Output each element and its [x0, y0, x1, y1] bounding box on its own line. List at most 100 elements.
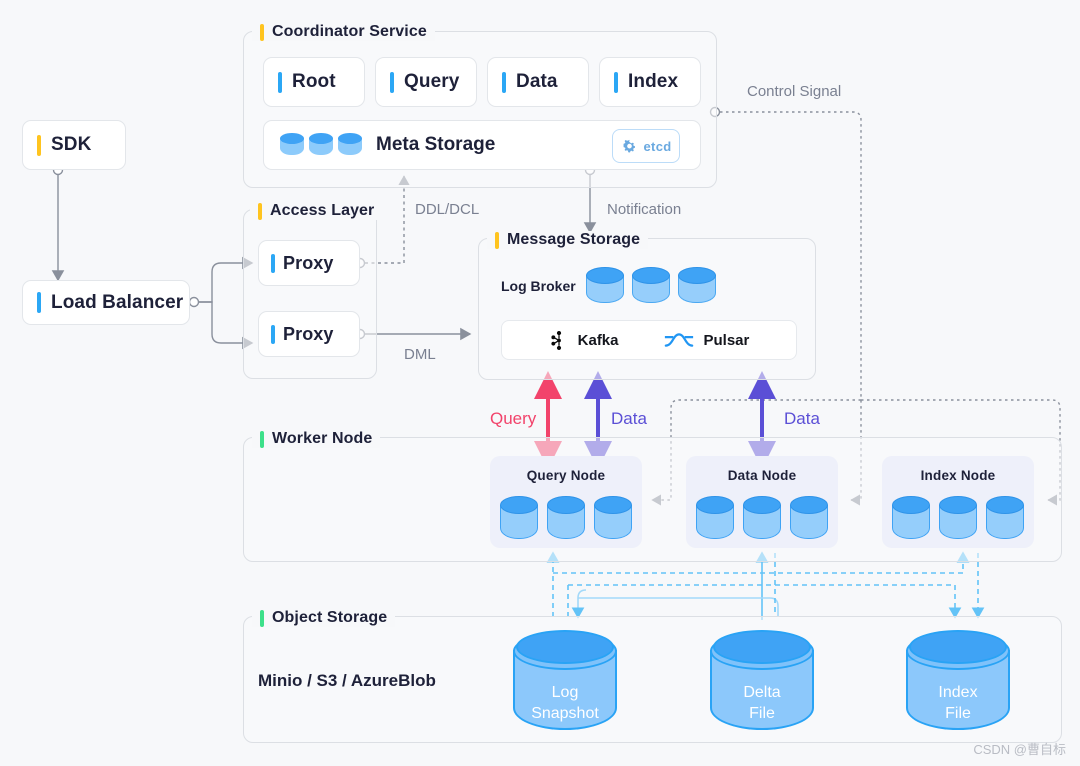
meta-storage-label: Meta Storage: [376, 134, 496, 155]
accent-bar-blue: [271, 324, 275, 344]
index-file-line2: File: [945, 705, 971, 722]
pulsar-icon: [664, 333, 693, 347]
proxy-1-label: Proxy: [283, 252, 334, 273]
database-cylinder-icon: [586, 267, 624, 305]
database-cylinder-icon: [280, 133, 304, 157]
coord-card-data[interactable]: Data: [487, 57, 589, 107]
sdk-label: SDK: [51, 134, 92, 155]
kafka-icon: [551, 330, 561, 350]
data-node-label: Data Node: [727, 468, 797, 483]
meta-storage-cylinders: [280, 133, 362, 157]
database-cylinder-icon: [678, 267, 716, 305]
accent-bar-blue: [271, 253, 275, 273]
accent-bar-blue: [614, 71, 618, 93]
log-broker-label: Log Broker: [501, 278, 576, 294]
accent-bar-blue: [502, 71, 506, 93]
accent-bar-green: [260, 430, 264, 448]
accent-bar-blue: [278, 71, 282, 93]
query-node-label: Query Node: [526, 468, 606, 483]
pulsar-label: Pulsar: [703, 331, 750, 349]
worker-node-label: Worker Node: [272, 430, 373, 447]
etcd-badge[interactable]: etcd: [612, 129, 680, 163]
kafka-item[interactable]: Kafka: [549, 330, 619, 351]
accent-bar-green: [260, 609, 264, 627]
index-node-label: Index Node: [920, 468, 996, 483]
log-snapshot-line1: Log: [551, 684, 579, 701]
database-cylinder-icon: [743, 496, 781, 540]
coord-index-label: Index: [628, 71, 679, 92]
accent-bar-blue: [37, 292, 41, 313]
object-storage-vendors: Minio / S3 / AzureBlob: [258, 671, 436, 690]
coord-root-label: Root: [292, 71, 336, 92]
access-layer-title: Access Layer: [250, 202, 383, 220]
edge-label-dml: DML: [404, 346, 436, 363]
watermark: CSDN @曹自标: [973, 742, 1066, 757]
proxy-card-1[interactable]: Proxy: [258, 240, 360, 286]
etcd-gear-icon: [623, 139, 635, 152]
coord-card-root[interactable]: Root: [263, 57, 365, 107]
delta-file-line1: Delta: [743, 684, 781, 701]
query-node-cylinders: [490, 496, 642, 540]
worker-node-title: Worker Node: [252, 430, 381, 448]
pulsar-item[interactable]: Pulsar: [663, 330, 750, 350]
edge-label-data-left: Data: [611, 409, 647, 428]
accent-bar-yellow: [495, 231, 499, 249]
query-node-box[interactable]: Query Node: [490, 456, 642, 548]
sdk-card[interactable]: SDK: [22, 120, 126, 170]
index-file-cylinder[interactable]: Index File: [906, 630, 1010, 730]
message-queue-bar: Kafka Pulsar: [501, 320, 797, 360]
database-cylinder-icon: [939, 496, 977, 540]
kafka-label: Kafka: [577, 331, 619, 349]
database-cylinder-icon: [338, 133, 362, 157]
database-cylinder-icon: [986, 496, 1024, 540]
database-cylinder-icon: [696, 496, 734, 540]
coord-data-label: Data: [516, 71, 558, 92]
coord-query-label: Query: [404, 71, 460, 92]
object-storage-label: Object Storage: [272, 609, 388, 626]
database-cylinder-icon: [547, 496, 585, 540]
data-node-cylinders: [686, 496, 838, 540]
index-node-box[interactable]: Index Node: [882, 456, 1034, 548]
edge-label-notification: Notification: [607, 201, 682, 218]
cylinder-top: [516, 630, 614, 664]
index-file-label: Index File: [906, 682, 1010, 724]
coordinator-service-title: Coordinator Service: [252, 23, 435, 41]
delta-file-line2: File: [749, 705, 775, 722]
etcd-badge-label: etcd: [643, 138, 672, 154]
message-storage-label: Message Storage: [507, 231, 641, 248]
delta-file-label: Delta File: [710, 682, 814, 724]
log-snapshot-label: Log Snapshot: [513, 682, 617, 724]
architecture-diagram: Coordinator Service Root Query Data Inde…: [0, 0, 1080, 766]
index-file-line1: Index: [938, 684, 978, 701]
database-cylinder-icon: [309, 133, 333, 157]
edge-label-control-signal: Control Signal: [747, 83, 842, 100]
coord-card-index[interactable]: Index: [599, 57, 701, 107]
database-cylinder-icon: [892, 496, 930, 540]
cylinder-top: [713, 630, 811, 664]
proxy-card-2[interactable]: Proxy: [258, 311, 360, 357]
database-cylinder-icon: [500, 496, 538, 540]
coord-card-query[interactable]: Query: [375, 57, 477, 107]
message-storage-title: Message Storage: [487, 231, 649, 249]
log-snapshot-line2: Snapshot: [531, 705, 599, 722]
database-cylinder-icon: [632, 267, 670, 305]
accent-bar-yellow: [37, 134, 41, 156]
access-layer-label: Access Layer: [270, 202, 375, 219]
database-cylinder-icon: [790, 496, 828, 540]
accent-bar-yellow: [260, 23, 264, 41]
edge-label-query: Query: [490, 409, 537, 428]
load-balancer-card[interactable]: Load Balancer: [22, 280, 190, 325]
proxy-2-label: Proxy: [283, 323, 334, 344]
coordinator-service-label: Coordinator Service: [272, 23, 427, 40]
edge-label-ddl-dcl: DDL/DCL: [415, 201, 480, 218]
data-node-box[interactable]: Data Node: [686, 456, 838, 548]
cylinder-top: [909, 630, 1007, 664]
edge-label-data-right: Data: [784, 409, 820, 428]
accent-bar-blue: [390, 71, 394, 93]
delta-file-cylinder[interactable]: Delta File: [710, 630, 814, 730]
log-broker-cylinders: [586, 267, 716, 305]
log-snapshot-cylinder[interactable]: Log Snapshot: [513, 630, 617, 730]
index-node-cylinders: [882, 496, 1034, 540]
accent-bar-yellow: [258, 202, 262, 220]
object-storage-title: Object Storage: [252, 609, 396, 627]
